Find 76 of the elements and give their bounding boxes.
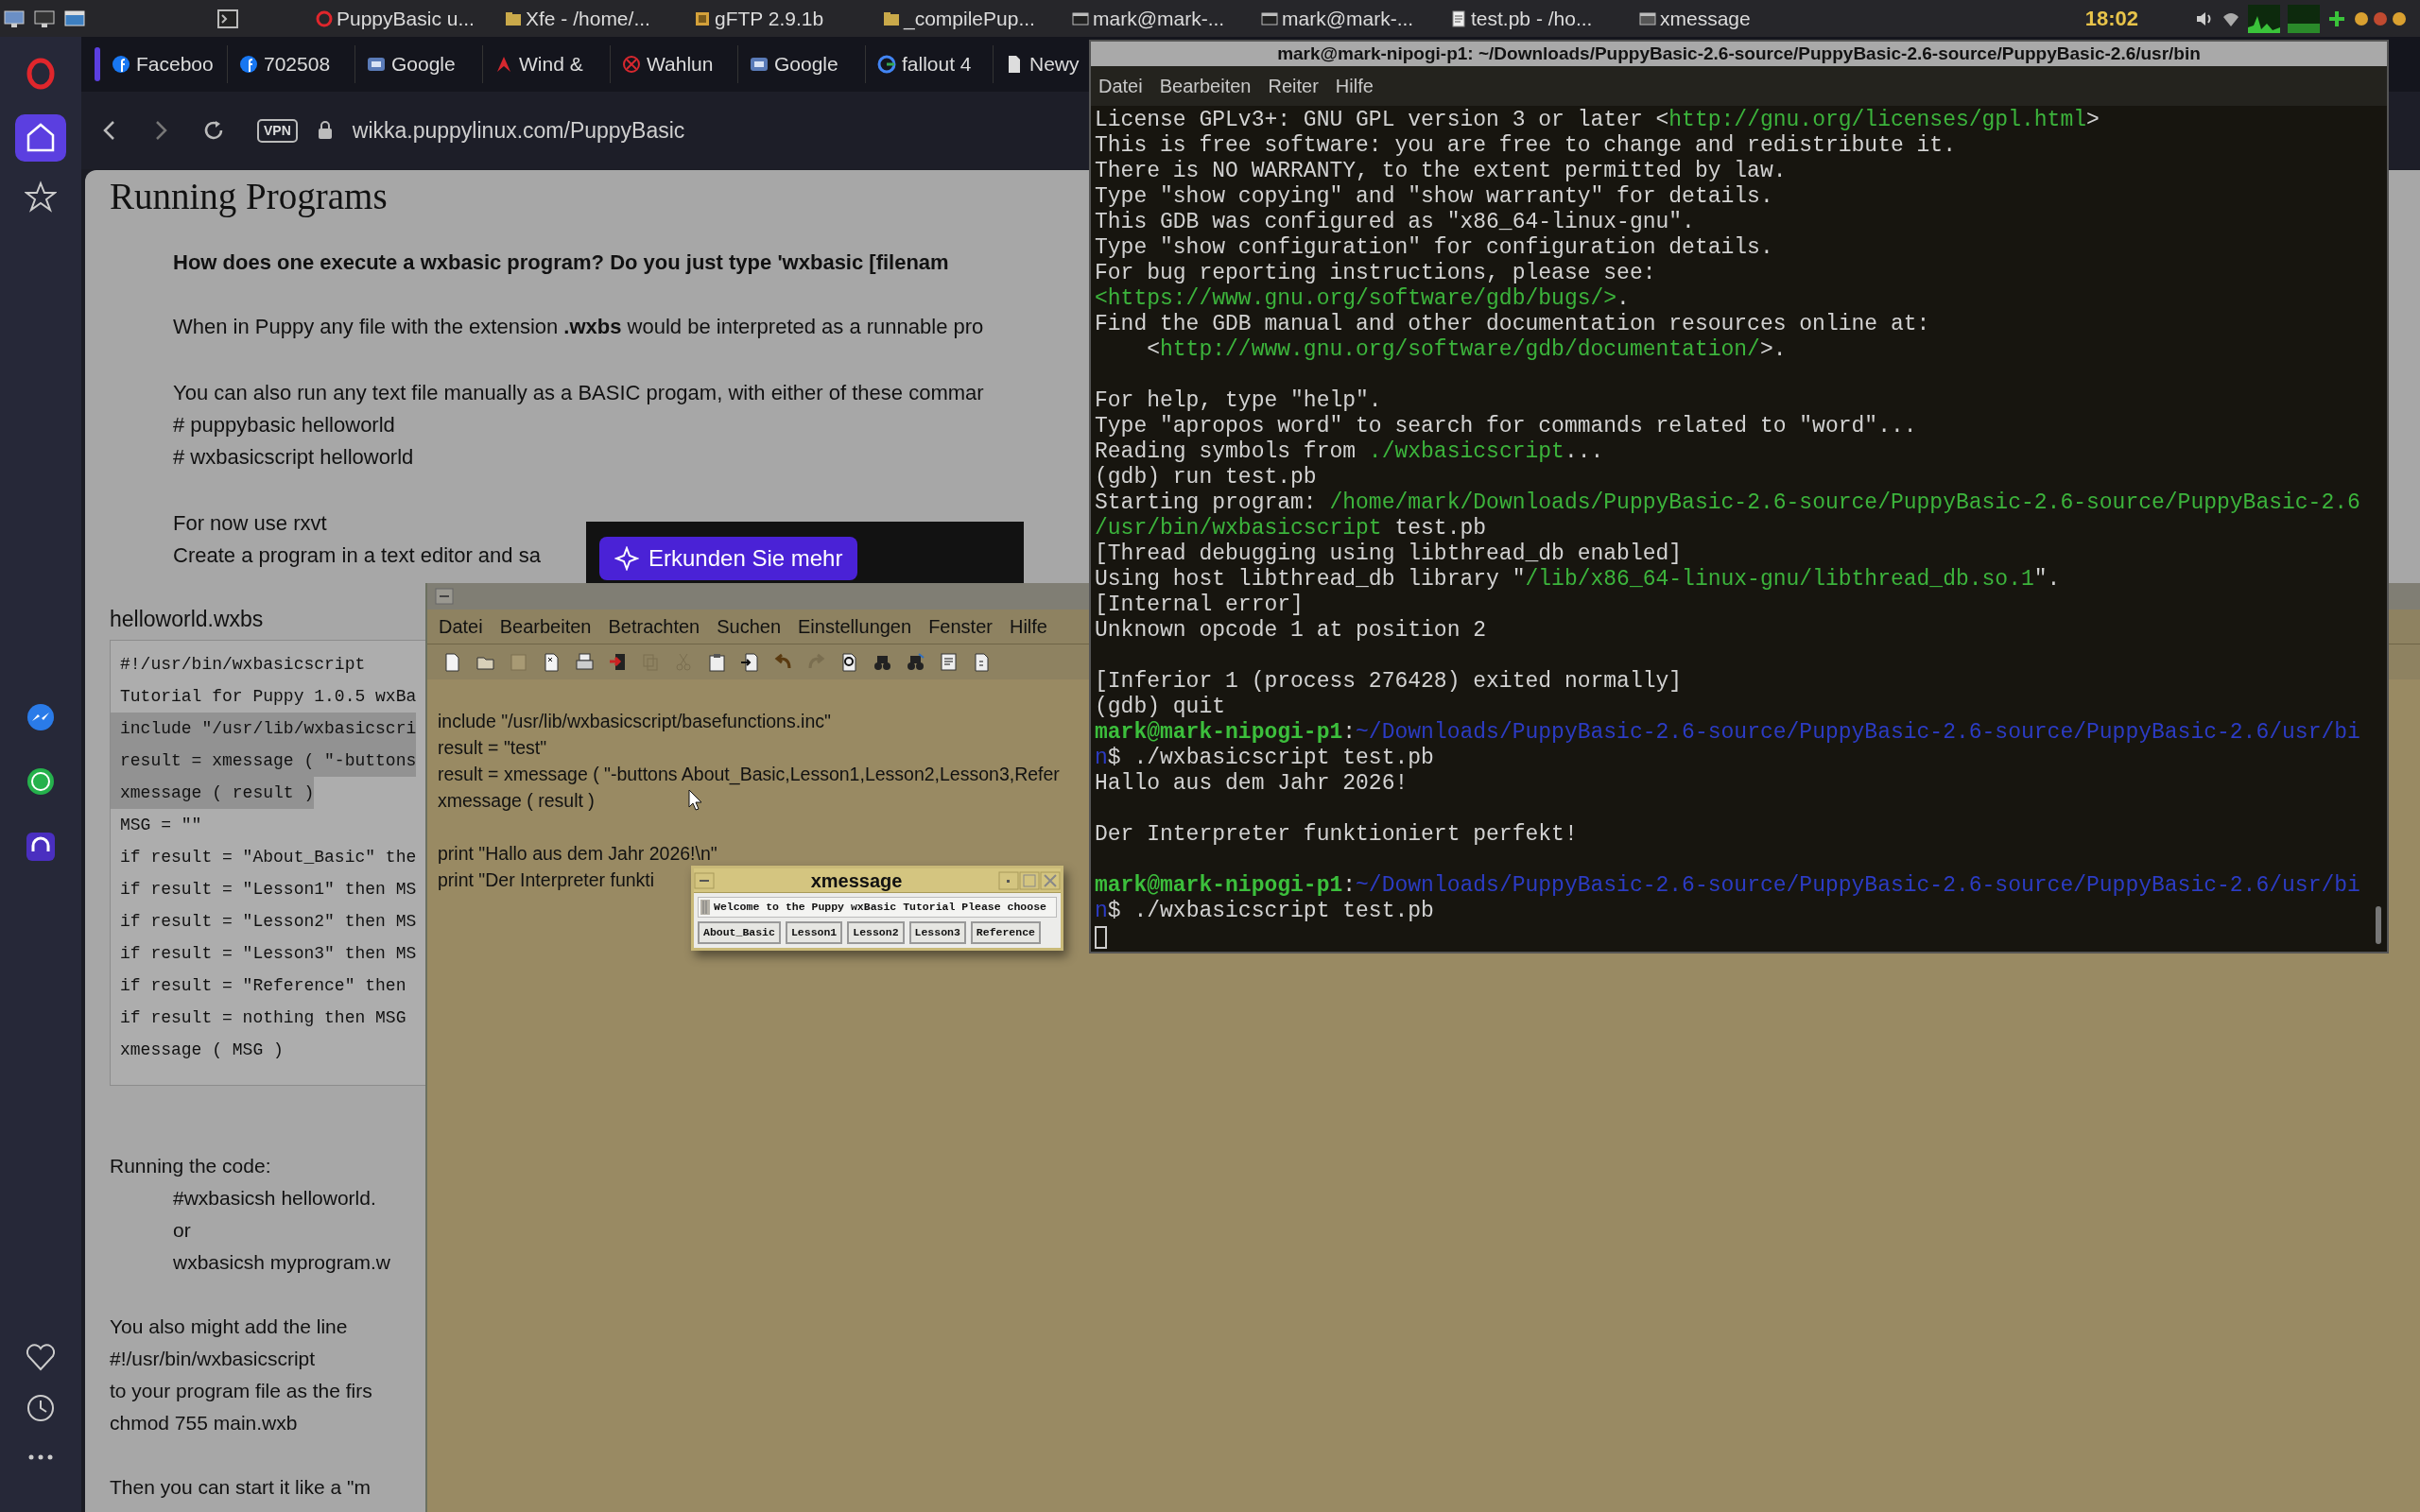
terminal-text: Unknown opcode 1 at position 2 bbox=[1095, 618, 1487, 644]
code-line: if result = "Lesson2" then MS bbox=[119, 911, 417, 933]
terminal-text: (gdb) run test.pb bbox=[1095, 465, 1317, 490]
clock: 18:02 bbox=[2084, 6, 2138, 32]
code-line: include "/usr/lib/wxbasicscript/basefunctions.inc" bbox=[438, 710, 831, 733]
terminal-text: : bbox=[1342, 873, 1357, 899]
body-text: to your program file as the firs bbox=[110, 1379, 372, 1403]
terminal-text: For help, type "help". bbox=[1095, 388, 1382, 414]
terminal-text: Using host libthread_db library " bbox=[1095, 567, 1526, 593]
code-line: xmessage ( result ) bbox=[438, 789, 595, 813]
terminal-text: [Thread debugging using libthread_db enabled] bbox=[1095, 541, 1683, 567]
terminal-text: (gdb) quit bbox=[1095, 695, 1226, 720]
terminal-text: This GDB was configured as "x86_64-linux-gnu". bbox=[1095, 210, 1695, 235]
body-text: You also might add the line bbox=[110, 1314, 348, 1339]
terminal-text: Type "show copying" and "show warranty" for details. bbox=[1095, 184, 1773, 210]
code-line: result = xmessage ( "-buttons About_Basic,Lesson1,Lesson2,Lesson3,Refer bbox=[438, 763, 1060, 787]
code-line: xmessage ( MSG ) bbox=[119, 1040, 284, 1061]
body-text: wxbasicsh myprogram.w bbox=[173, 1250, 390, 1275]
terminal-text: ". bbox=[2033, 567, 2061, 593]
code-line: print "Der Interpreter funkti bbox=[438, 868, 655, 892]
terminal-text: Type "show configuration" for configuration details. bbox=[1095, 235, 1773, 261]
terminal-text: Der Interpreter funktioniert perfekt! bbox=[1095, 822, 1578, 848]
prompt-path: n bbox=[1095, 746, 1108, 771]
prompt-user: mark@mark-nipogi-p1 bbox=[1095, 720, 1343, 746]
terminal-text: This is free software: you are free to change and redistribute it. bbox=[1095, 133, 1956, 159]
code-line: MSG = "" bbox=[119, 815, 202, 836]
body-text: Running the code: bbox=[110, 1154, 271, 1178]
body-text: Then you can start it like a "m bbox=[110, 1475, 371, 1500]
terminal-text: [Inferior 1 (process 276428) exited normally] bbox=[1095, 669, 1683, 695]
code-line: if result = "Reference" then bbox=[119, 975, 406, 997]
terminal-text: < bbox=[1146, 337, 1160, 363]
code-line: if result = "About_Basic" the bbox=[119, 847, 417, 868]
code-line: print "Hallo aus dem Jahr 2026!\n" bbox=[438, 842, 717, 866]
prompt-path: n bbox=[1095, 899, 1108, 924]
terminal-text: Reading symbols from bbox=[1095, 439, 1357, 465]
terminal-text: $ ./wxbasicscript test.pb bbox=[1107, 746, 1434, 771]
terminal-text: . bbox=[1616, 286, 1630, 312]
body-text: #wxbasicsh helloworld. bbox=[173, 1186, 376, 1211]
terminal-text: Hallo aus dem Jahr 2026! bbox=[1095, 771, 1409, 797]
code-line: if result = nothing then MSG bbox=[119, 1007, 406, 1029]
window-title: xmessage bbox=[810, 868, 903, 893]
prompt-path: ~/Downloads/PuppyBasic-2.6-source/PuppyBasic-2.6-source/PuppyBasic-2.6/usr/bi bbox=[1356, 873, 2360, 899]
prompt-path: ~/Downloads/PuppyBasic-2.6-source/PuppyBasic-2.6-source/PuppyBasic-2.6/usr/bi bbox=[1356, 720, 2360, 746]
terminal-text: Find the GDB manual and other documentation resources online at: bbox=[1095, 312, 1930, 337]
question-text: How does one execute a wxbasic program? Do you just type 'wxbasic [filenam bbox=[173, 249, 949, 276]
code-line: Tutorial for Puppy 1.0.5 wxBa bbox=[119, 686, 417, 708]
message-text: Welcome to the Puppy wxBasic Tutorial Please choose bbox=[714, 900, 1046, 916]
terminal-text: For bug reporting instructions, please see: bbox=[1095, 261, 1656, 286]
terminal-text: ... bbox=[1564, 439, 1604, 465]
body-text: For now use rxvt bbox=[173, 510, 327, 537]
code-line: if result = "Lesson3" then MS bbox=[119, 943, 417, 965]
terminal-text: >. bbox=[1759, 337, 1787, 363]
body-text: Create a program in a text editor and sa bbox=[173, 542, 541, 569]
body-text: You can also run any text file manually as a BASIC progam, with either of these commar bbox=[173, 380, 984, 406]
terminal-text: $ ./wxbasicscript test.pb bbox=[1107, 899, 1434, 924]
page-heading: Running Programs bbox=[110, 175, 388, 219]
body-text: chmod 755 main.wxb bbox=[110, 1411, 298, 1435]
window-title: mark@mark-nipogi-p1: ~/Downloads/PuppyBasic-2.6-source/PuppyBasic-2.6-source/PuppyBasic-2.6/usr/bin bbox=[1277, 42, 2201, 65]
terminal-text: > bbox=[2086, 108, 2100, 133]
body-text: # puppybasic helloworld bbox=[173, 412, 395, 438]
prompt-user: mark@mark-nipogi-p1 bbox=[1095, 873, 1343, 899]
terminal-text: There is NO WARRANTY, to the extent permitted by law. bbox=[1095, 159, 1787, 184]
terminal-text: test.pb bbox=[1393, 516, 1487, 541]
body-text: # wxbasicscript helloworld bbox=[173, 444, 414, 471]
terminal-text: : bbox=[1342, 720, 1357, 746]
terminal-text: Starting program: bbox=[1095, 490, 1318, 516]
code-line: result = "test" bbox=[438, 736, 547, 760]
terminal-text: Type "apropos word" to search for commands related to "word"... bbox=[1095, 414, 1917, 439]
code-title: helloworld.wxbs bbox=[110, 606, 264, 633]
terminal-text: [Internal error] bbox=[1095, 593, 1304, 618]
terminal-text: License GPLv3+: GNU GPL version 3 or later < bbox=[1095, 108, 1669, 133]
body-text: When in Puppy any file with the extension .wxbs would be interpreted as a runnable pro bbox=[173, 314, 984, 340]
code-line: #!/usr/bin/wxbasicscript bbox=[119, 654, 366, 676]
code-line: if result = "Lesson1" then MS bbox=[119, 879, 417, 901]
body-text: or bbox=[173, 1218, 191, 1243]
body-text: #!/usr/bin/wxbasicscript bbox=[110, 1347, 316, 1371]
